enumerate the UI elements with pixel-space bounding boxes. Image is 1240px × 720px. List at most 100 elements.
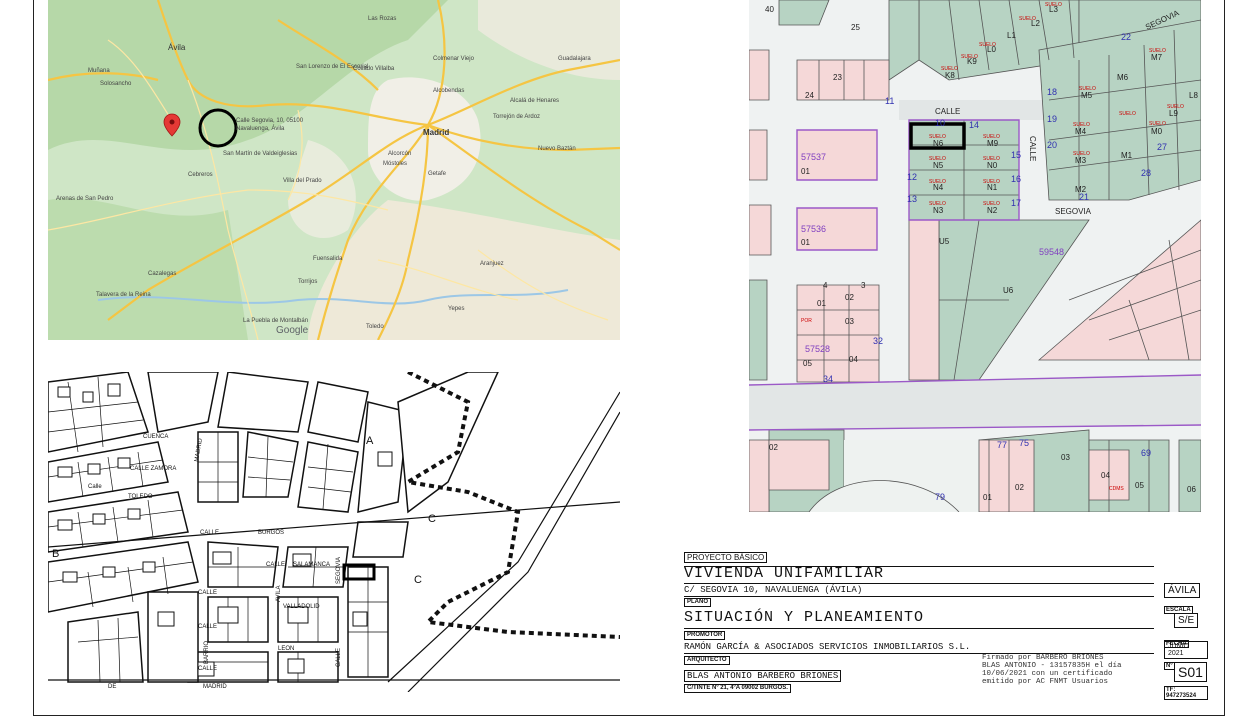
location-value: ÁVILA	[1164, 583, 1201, 598]
suelo-marker-19: SUELO	[1149, 48, 1166, 54]
edge-11: 11	[885, 96, 894, 106]
proyecto-label: PROYECTO BÁSICO	[684, 552, 768, 563]
place-torrejon: Torrejón de Ardoz	[493, 114, 540, 120]
parcel-m6: M6	[1117, 73, 1129, 82]
street-calle1: Calle	[88, 484, 102, 490]
cdms-marker: CDMS	[1109, 486, 1124, 492]
edge-27: 27	[1157, 142, 1167, 152]
plano-title: SITUACIÓN Y PLANEAMIENTO	[684, 609, 925, 626]
place-cazalegas: Cazalegas	[148, 271, 176, 277]
suelo-marker-15: SUELO	[1073, 122, 1090, 128]
place-mostoles: Móstoles	[383, 161, 407, 167]
project-title: VIVIENDA UNIFAMILIAR	[684, 565, 885, 582]
location-box: ÁVILA	[1164, 580, 1208, 598]
street-leon: LEON	[278, 646, 294, 652]
plot-59548-number: 59548	[1039, 247, 1064, 257]
plot-57528-number: 57528	[805, 344, 830, 354]
street-cuenca: CUENCA	[143, 434, 168, 440]
edge-12: 12	[907, 172, 917, 182]
town-plan-canvas: CUENCA CALLE ZAMORA TOLEDO Calle MADRID …	[48, 372, 620, 692]
suelo-marker-1: SUELO	[929, 134, 946, 140]
parcel-l9: L9	[1169, 109, 1178, 118]
zone-label-c1: C	[428, 513, 436, 525]
suelo-marker-11: SUELO	[979, 42, 996, 48]
edge-77: 77	[997, 440, 1007, 450]
suelo-marker-16: SUELO	[1073, 151, 1090, 157]
parcel-l1: L1	[1007, 31, 1016, 40]
zone-label-c2: C	[414, 574, 422, 586]
parcel-n3: N3	[933, 206, 944, 215]
place-puebla: La Puebla de Montalbán	[243, 318, 308, 324]
digital-signature: Firmado por BARBERO BRIONES BLAS ANTONIO…	[982, 654, 1162, 686]
edge-3: 3	[861, 281, 866, 290]
parcel-u5: U5	[939, 237, 950, 246]
cadastre-canvas: 57537 01 57536 01 57528 05 59548 N6 M9 N…	[749, 0, 1201, 512]
signature-line-3: 10/06/2021 con un certificado	[982, 670, 1113, 678]
edge-25: 25	[851, 23, 860, 32]
street-calle-leon: CALLE	[198, 624, 217, 630]
place-villa-prado: Villa del Prado	[283, 178, 322, 184]
por-marker: POR	[801, 318, 812, 324]
street-avila: AVILA	[276, 585, 282, 602]
numero-value-box: S01	[1164, 662, 1208, 682]
promotor-label: PROMOTOR	[684, 631, 726, 640]
street-burgos: BURGOS	[258, 530, 284, 536]
edge-69: 69	[1141, 448, 1151, 458]
place-escorial: San Lorenzo de El Escorial	[296, 64, 368, 70]
place-arenas: Arenas de San Pedro	[56, 196, 114, 202]
place-guadalajara: Guadalajara	[558, 56, 591, 62]
title-block-line-3	[684, 596, 1154, 597]
street-salamanca: SALAMANCA	[293, 562, 330, 568]
cadastral-plan[interactable]: 57537 01 57536 01 57528 05 59548 N6 M9 N…	[749, 0, 1201, 512]
street-calle-sal: CALLE	[266, 562, 285, 568]
place-avila: Ávila	[168, 43, 186, 52]
parcel-m0: M0	[1151, 127, 1163, 136]
place-alcala: Alcalá de Henares	[510, 98, 559, 104]
forest-area	[48, 198, 248, 340]
street-calle-barrio: CALLE	[198, 666, 217, 672]
place-fuensalida: Fuensalida	[313, 256, 343, 262]
parcel-m4: M4	[1075, 127, 1087, 136]
street-calle-burgos: CALLE	[200, 530, 219, 536]
edge-20: 20	[1047, 140, 1057, 150]
suelo-marker-4: SUELO	[983, 156, 1000, 162]
edge-28: 28	[1141, 168, 1151, 178]
edge-04-right: 04	[1101, 471, 1110, 480]
google-logo: Google	[276, 325, 309, 336]
suelo-marker-10: SUELO	[1019, 16, 1036, 22]
zone-label-a: A	[366, 435, 374, 447]
title-block-line-2	[684, 583, 1154, 584]
edge-17: 17	[1011, 198, 1021, 208]
edge-14: 14	[969, 120, 979, 130]
street-toledo: TOLEDO	[128, 494, 153, 500]
edge-06: 06	[1187, 485, 1196, 494]
plot-57528-sub: 05	[803, 359, 812, 368]
sheet-number: S01	[1174, 662, 1207, 682]
place-munana: Muñana	[88, 68, 110, 74]
parcel-l8: L8	[1189, 91, 1198, 100]
parcel-k8: K8	[945, 71, 955, 80]
plano-label: PLANO	[684, 598, 711, 607]
suelo-marker-20: SUELO	[1167, 104, 1184, 110]
edge-15: 15	[1011, 150, 1021, 160]
parcel-n5: N5	[933, 161, 944, 170]
edge-18: 18	[1047, 87, 1057, 97]
street-calle-top: CALLE	[935, 107, 960, 116]
place-getafe: Getafe	[428, 171, 447, 177]
regional-location-map[interactable]: Ávila Madrid Getafe Móstoles Alcorcón Al…	[48, 0, 620, 340]
edge-02-bottom: 02	[769, 443, 778, 452]
place-toledo: Toledo	[366, 324, 384, 330]
edge-19: 19	[1047, 114, 1057, 124]
plot-57536-sub: 01	[801, 238, 810, 247]
town-urban-plan[interactable]: CUENCA CALLE ZAMORA TOLEDO Calle MADRID …	[48, 372, 620, 692]
edge-03: 03	[845, 317, 854, 326]
signature-line-4: emitido por AC FNMT Usuarios	[982, 678, 1109, 686]
place-talavera: Talavera de la Reina	[96, 292, 151, 298]
telefono-box: TF: 947273524	[1164, 684, 1208, 702]
edge-75: 75	[1019, 438, 1029, 448]
title-block-line-4	[684, 628, 1154, 629]
map-pin-dot	[169, 119, 175, 125]
edge-4: 4	[823, 281, 828, 290]
place-colmenar: Colmenar Viejo	[433, 56, 475, 62]
suelo-marker-9: SUELO	[1045, 2, 1062, 8]
